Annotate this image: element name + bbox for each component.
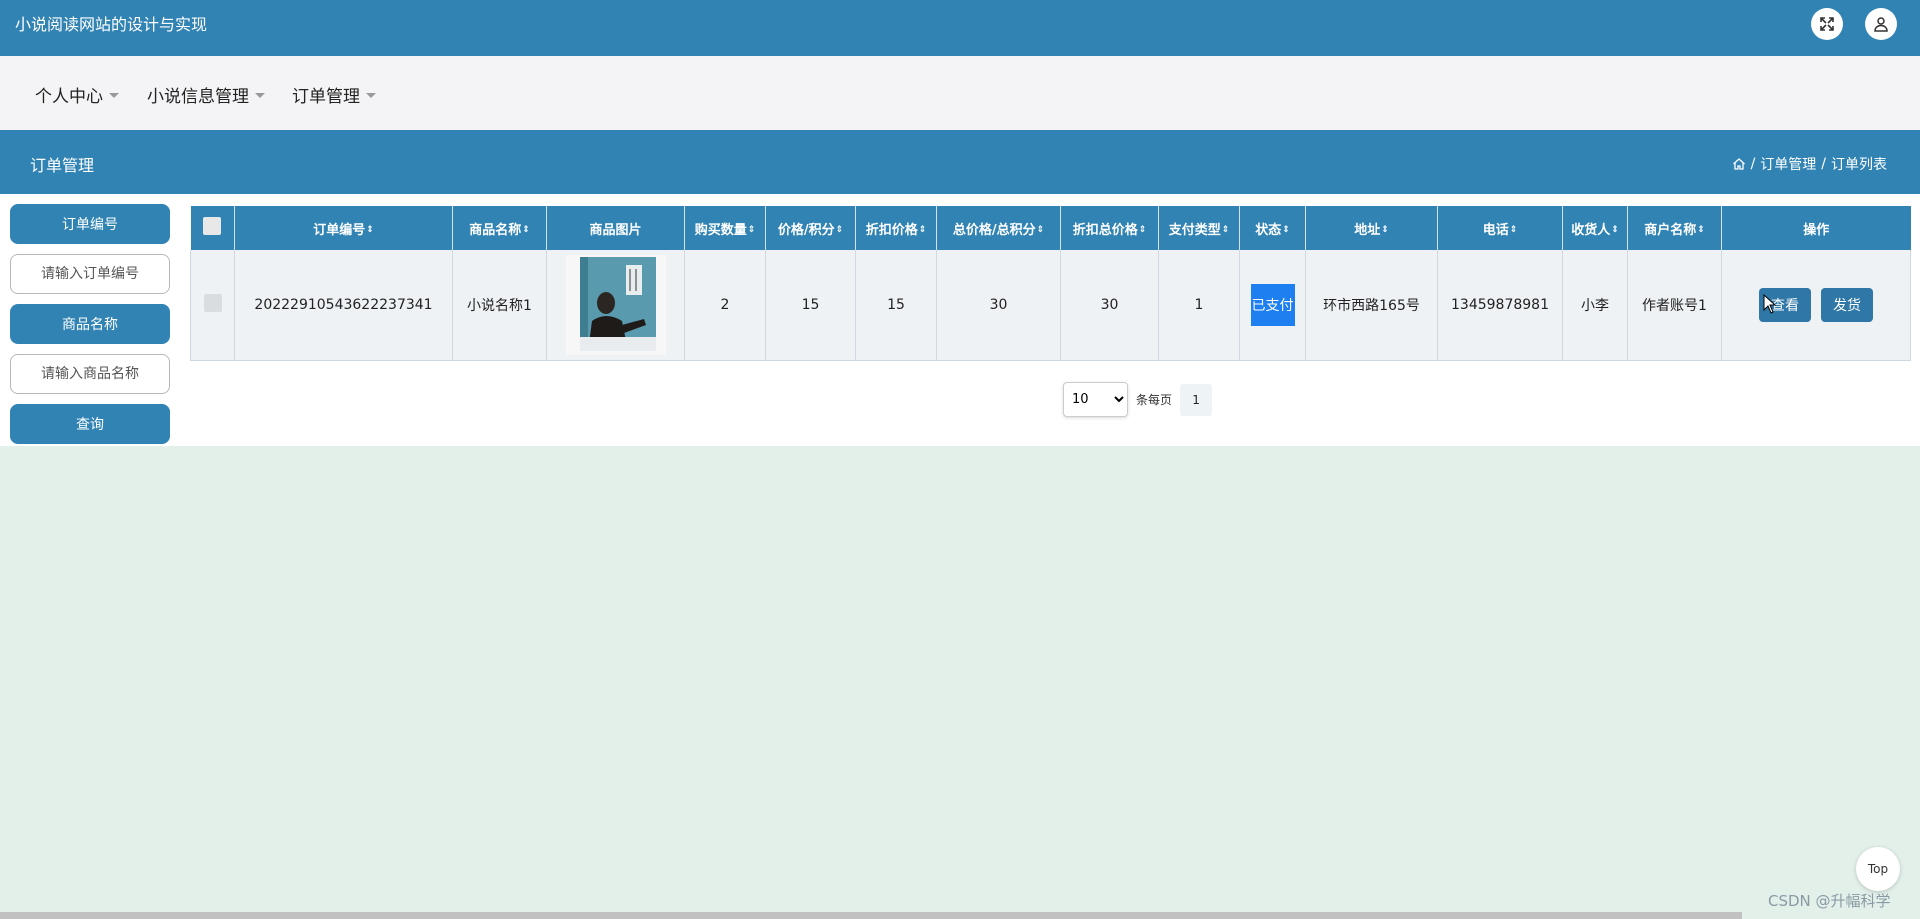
column-header[interactable]: 商户名称⇕ [1627, 206, 1722, 250]
breadcrumb: / 订单管理 / 订单列表 [1732, 154, 1887, 174]
page-number-button[interactable]: 1 [1180, 383, 1213, 416]
caret-down-icon [255, 93, 265, 98]
orders-table: 订单编号⇕ 商品名称⇕ 商品图片 购买数量⇕ 价格/积分⇕ 折扣价格⇕ 总价格/… [190, 206, 1911, 361]
user-icon [1874, 17, 1888, 32]
horizontal-scrollbar[interactable] [0, 912, 1742, 919]
per-page-label: 条每页 [1136, 393, 1173, 407]
watermark: CSDN @升幅科学 [1768, 892, 1891, 910]
status-badge: 已支付 [1250, 283, 1295, 326]
table-row: 20222910543622237341 小说名称1 2 15 15 30 30… [190, 250, 1911, 361]
merchant-cell: 作者账号1 [1627, 250, 1722, 361]
price-cell: 15 [765, 250, 856, 361]
row-checkbox[interactable] [203, 293, 222, 312]
receiver-cell: 小李 [1562, 250, 1628, 361]
select-all-checkbox[interactable] [203, 217, 222, 235]
app-title: 小说阅读网站的设计与实现 [15, 15, 208, 34]
pay-type-cell: 1 [1158, 250, 1240, 361]
product-name-cell: 小说名称1 [452, 250, 547, 361]
sort-icon: ⇕ [1611, 225, 1619, 235]
sort-icon: ⇕ [522, 225, 530, 235]
column-header[interactable]: 购买数量⇕ [684, 206, 766, 250]
sort-icon: ⇕ [918, 225, 927, 235]
table-header-row: 订单编号⇕ 商品名称⇕ 商品图片 购买数量⇕ 价格/积分⇕ 折扣价格⇕ 总价格/… [190, 206, 1911, 250]
sort-icon: ⇕ [747, 225, 756, 235]
column-header[interactable]: 电话⇕ [1437, 206, 1563, 250]
expand-icon [1820, 17, 1834, 31]
breadcrumb-separator: / [1750, 156, 1756, 172]
caret-down-icon [366, 93, 376, 98]
section-header: 订单管理 / 订单管理 / 订单列表 [0, 130, 1920, 194]
fullscreen-button[interactable] [1811, 8, 1843, 40]
column-header[interactable]: 地址⇕ [1305, 206, 1438, 250]
column-header[interactable]: 订单编号⇕ [234, 206, 453, 250]
page-size-select[interactable]: 10 [1063, 382, 1128, 417]
top-header: 小说阅读网站的设计与实现 [0, 0, 1920, 56]
address-cell: 环市西路165号 [1305, 250, 1438, 361]
discount-total-cell: 30 [1060, 250, 1159, 361]
content-panel: 订单编号 商品名称 查询 订单编号⇕ 商品名称⇕ 商品图片 购买数量⇕ 价格/积… [0, 194, 1920, 446]
breadcrumb-item[interactable]: 订单管理 [1760, 154, 1816, 174]
nav-item-label: 订单管理 [292, 87, 360, 107]
nav-item-label: 小说信息管理 [147, 87, 249, 107]
nav-item-personal-center[interactable]: 个人中心 [35, 82, 119, 107]
order-no-cell: 20222910543622237341 [234, 250, 453, 361]
ship-button[interactable]: 发货 [1821, 287, 1873, 322]
sort-icon: ⇕ [1221, 225, 1230, 235]
sort-icon: ⇕ [1697, 225, 1705, 235]
sort-icon: ⇕ [835, 225, 844, 235]
actions-cell: 查看 发货 [1721, 250, 1911, 361]
product-image-cell [546, 250, 685, 361]
section-title: 订单管理 [30, 156, 95, 175]
total-price-cell: 30 [936, 250, 1061, 361]
column-header[interactable]: 价格/积分⇕ [765, 206, 856, 250]
product-name-label: 商品名称 [10, 304, 170, 344]
query-button[interactable]: 查询 [10, 404, 170, 444]
column-header: 操作 [1721, 206, 1911, 250]
quantity-cell: 2 [684, 250, 766, 361]
caret-down-icon [109, 93, 119, 98]
sort-icon: ⇕ [1036, 225, 1045, 235]
product-name-input[interactable] [10, 354, 170, 394]
order-no-label: 订单编号 [10, 204, 170, 244]
breadcrumb-separator: / [1821, 156, 1826, 172]
column-header[interactable]: 折扣价格⇕ [855, 206, 937, 250]
nav-item-orders[interactable]: 订单管理 [292, 82, 376, 107]
select-cell [190, 250, 235, 361]
mouse-cursor-icon [1763, 294, 1777, 314]
select-all-cell [190, 206, 235, 250]
nav-item-novel-info[interactable]: 小说信息管理 [147, 82, 265, 107]
column-header[interactable]: 支付类型⇕ [1158, 206, 1240, 250]
sort-icon: ⇕ [366, 225, 374, 235]
nav-menu: 个人中心 小说信息管理 订单管理 [0, 56, 1920, 130]
sort-icon: ⇕ [1509, 225, 1518, 235]
book-cover-image[interactable] [565, 254, 666, 355]
column-header[interactable]: 总价格/总积分⇕ [936, 206, 1061, 250]
column-header[interactable]: 商品名称⇕ [452, 206, 547, 250]
home-icon[interactable] [1732, 157, 1746, 171]
breadcrumb-item: 订单列表 [1831, 157, 1887, 173]
nav-item-label: 个人中心 [35, 87, 103, 107]
pagination: 10 条每页 1 [1063, 382, 1213, 417]
sort-icon: ⇕ [1282, 225, 1290, 235]
back-to-top-button[interactable]: Top [1856, 847, 1900, 891]
column-header[interactable]: 状态⇕ [1239, 206, 1306, 250]
column-header[interactable]: 折扣总价格⇕ [1060, 206, 1159, 250]
phone-cell: 13459878981 [1437, 250, 1563, 361]
column-header: 商品图片 [546, 206, 685, 250]
column-header[interactable]: 收货人⇕ [1562, 206, 1628, 250]
status-cell: 已支付 [1239, 250, 1306, 361]
sort-icon: ⇕ [1381, 225, 1389, 235]
sort-icon: ⇕ [1138, 225, 1147, 235]
user-button[interactable] [1865, 8, 1897, 40]
order-no-input[interactable] [10, 254, 170, 294]
discount-price-cell: 15 [855, 250, 937, 361]
